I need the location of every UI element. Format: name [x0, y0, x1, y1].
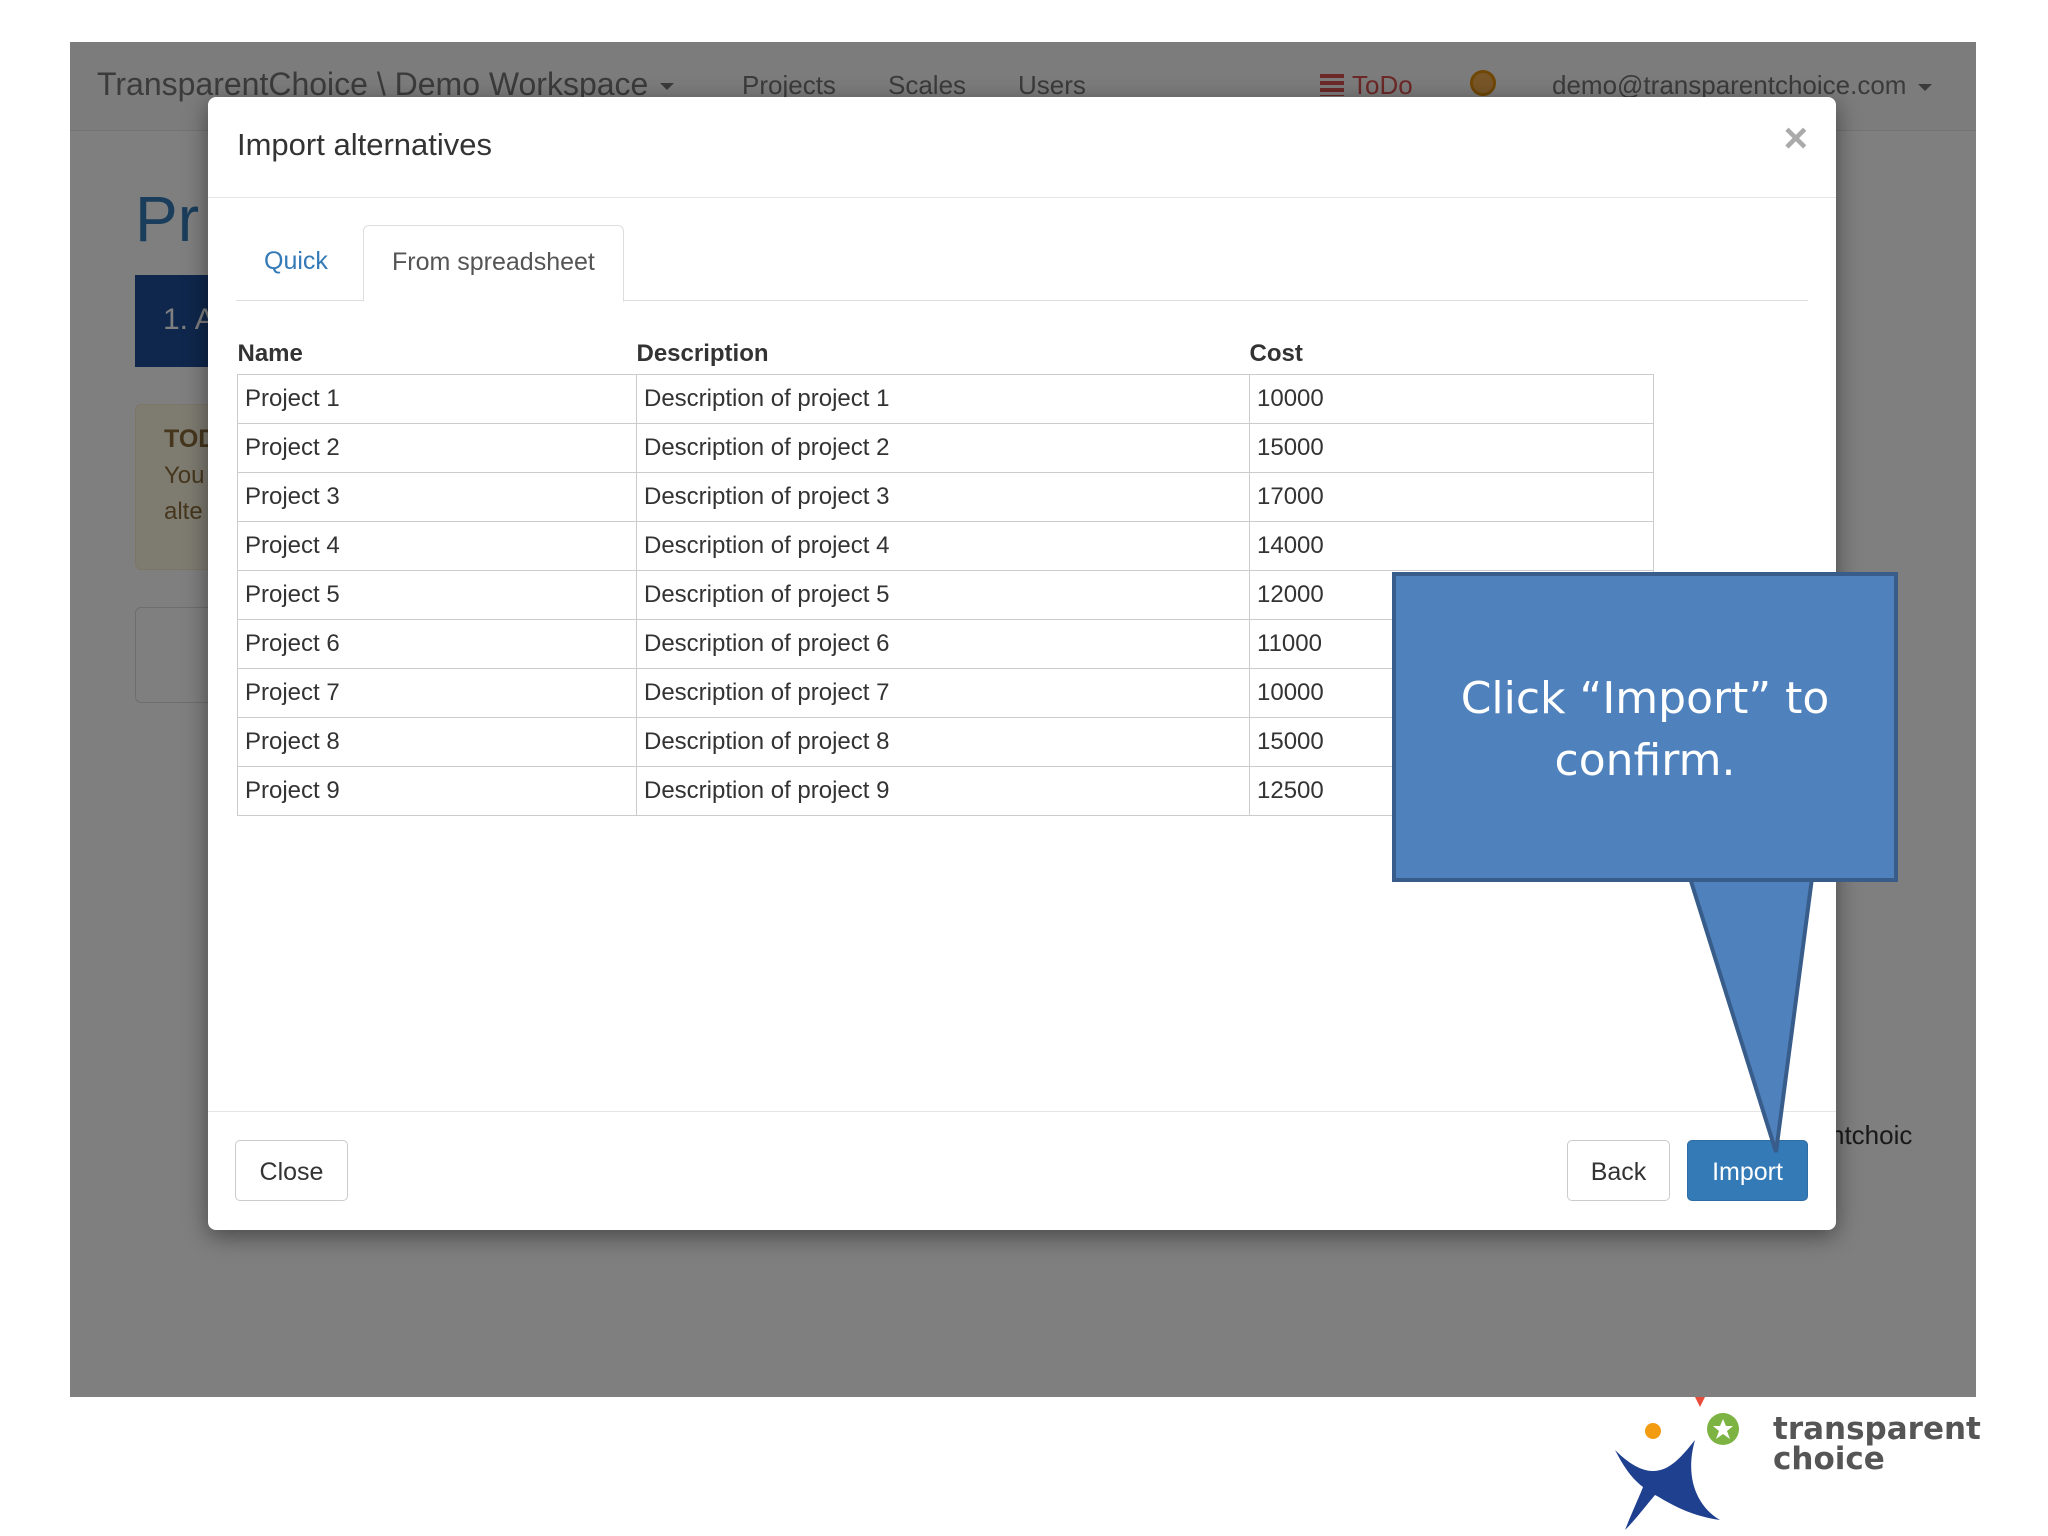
- cell-cost[interactable]: 17000: [1249, 471, 1654, 522]
- cell-name[interactable]: Project 7: [237, 667, 637, 718]
- cell-name[interactable]: Project 8: [237, 716, 637, 767]
- tab-quick[interactable]: Quick: [236, 225, 356, 301]
- cell-description[interactable]: Description of project 4: [636, 520, 1250, 571]
- modal-title: Import alternatives: [237, 127, 492, 162]
- modal-header: Import alternatives ×: [208, 97, 1836, 198]
- grid-header-row: Name Description Cost: [238, 334, 1654, 374]
- cell-description[interactable]: Description of project 1: [636, 373, 1250, 424]
- table-row: Project 3 Description of project 3 17000: [237, 471, 1654, 522]
- close-icon[interactable]: ×: [1783, 117, 1808, 159]
- cell-description[interactable]: Description of project 3: [636, 471, 1250, 522]
- column-header-name: Name: [237, 339, 303, 367]
- import-tabs: Quick From spreadsheet: [236, 225, 1808, 302]
- callout-text: Click “Import” to confirm.: [1460, 673, 1830, 786]
- cell-cost[interactable]: 15000: [1249, 422, 1654, 473]
- cell-description[interactable]: Description of project 5: [636, 569, 1250, 620]
- table-row: Project 2 Description of project 2 15000: [237, 422, 1654, 473]
- cell-name[interactable]: Project 5: [237, 569, 637, 620]
- close-button[interactable]: Close: [235, 1140, 348, 1201]
- logo-wordmark: transparent choice: [1773, 1411, 1981, 1477]
- cell-name[interactable]: Project 6: [237, 618, 637, 669]
- cell-name[interactable]: Project 1: [237, 373, 637, 424]
- cell-cost[interactable]: 10000: [1249, 373, 1654, 424]
- cell-cost[interactable]: 14000: [1249, 520, 1654, 571]
- import-button[interactable]: Import: [1687, 1140, 1808, 1201]
- column-header-description: Description: [636, 339, 769, 367]
- cell-description[interactable]: Description of project 7: [636, 667, 1250, 718]
- tab-from-spreadsheet[interactable]: From spreadsheet: [363, 225, 624, 302]
- logo-text-line: transparent: [1773, 1411, 1981, 1447]
- cell-name[interactable]: Project 2: [237, 422, 637, 473]
- cell-name[interactable]: Project 4: [237, 520, 637, 571]
- cell-description[interactable]: Description of project 9: [636, 765, 1250, 816]
- table-row: Project 1 Description of project 1 10000: [237, 373, 1654, 424]
- instruction-callout: Click “Import” to confirm.: [1392, 572, 1898, 882]
- cell-name[interactable]: Project 3: [237, 471, 637, 522]
- cell-description[interactable]: Description of project 2: [636, 422, 1250, 473]
- logo-text-line: choice: [1773, 1441, 1885, 1477]
- cell-description[interactable]: Description of project 6: [636, 618, 1250, 669]
- cell-description[interactable]: Description of project 8: [636, 716, 1250, 767]
- cell-name[interactable]: Project 9: [237, 765, 637, 816]
- table-row: Project 4 Description of project 4 14000: [237, 520, 1654, 571]
- column-header-cost: Cost: [1249, 339, 1303, 367]
- back-button[interactable]: Back: [1567, 1140, 1670, 1201]
- modal-footer: Close Back Import: [208, 1111, 1836, 1230]
